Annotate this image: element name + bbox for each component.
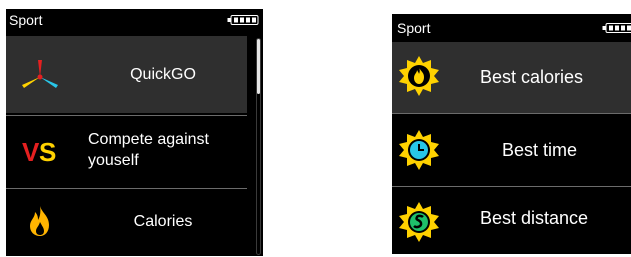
- svg-text:S: S: [39, 139, 56, 165]
- flame-icon: [26, 205, 54, 242]
- menu-item-best-calories[interactable]: Best calories: [392, 42, 631, 113]
- sun-route-icon: [398, 201, 440, 248]
- menu-item-quickgo[interactable]: QuickGO: [6, 36, 247, 113]
- menu-item-compete[interactable]: V S Compete against youself: [6, 116, 247, 188]
- svg-text:V: V: [22, 139, 40, 165]
- sun-flame-icon: [398, 55, 440, 102]
- menu-item-label: QuickGO: [130, 66, 196, 83]
- menu-item-best-time[interactable]: Best time: [392, 114, 631, 186]
- scrollbar[interactable]: [256, 38, 261, 255]
- menu-item-label: Calories: [133, 213, 193, 230]
- quickgo-icon: [22, 58, 58, 97]
- menu-item-label: Best time: [502, 140, 578, 160]
- menu-item-label: Best distance: [480, 208, 589, 228]
- screen-title: Sport: [397, 20, 431, 36]
- label-line-1: Compete against: [88, 131, 209, 148]
- vs-icon: V S: [22, 137, 58, 170]
- scroll-thumb[interactable]: [257, 39, 260, 94]
- battery-icon: [602, 23, 631, 33]
- menu-item-label: Compete against youself: [88, 129, 248, 171]
- sport-menu-screen-left: Sport QuickGO V S Compete against yousel…: [6, 9, 263, 256]
- battery-icon: [227, 15, 259, 25]
- status-bar: Sport: [392, 14, 631, 38]
- sun-clock-icon: [398, 129, 440, 176]
- menu-item-label: Best calories: [480, 67, 584, 87]
- status-bar: Sport: [6, 9, 263, 33]
- label-line-2: youself: [88, 152, 139, 169]
- menu-item-best-distance[interactable]: Best distance: [392, 187, 631, 254]
- menu-item-calories[interactable]: Calories: [6, 189, 247, 256]
- sport-menu-screen-right: Sport Best calories Best time Best dista…: [392, 14, 631, 254]
- screen-title: Sport: [9, 12, 43, 28]
